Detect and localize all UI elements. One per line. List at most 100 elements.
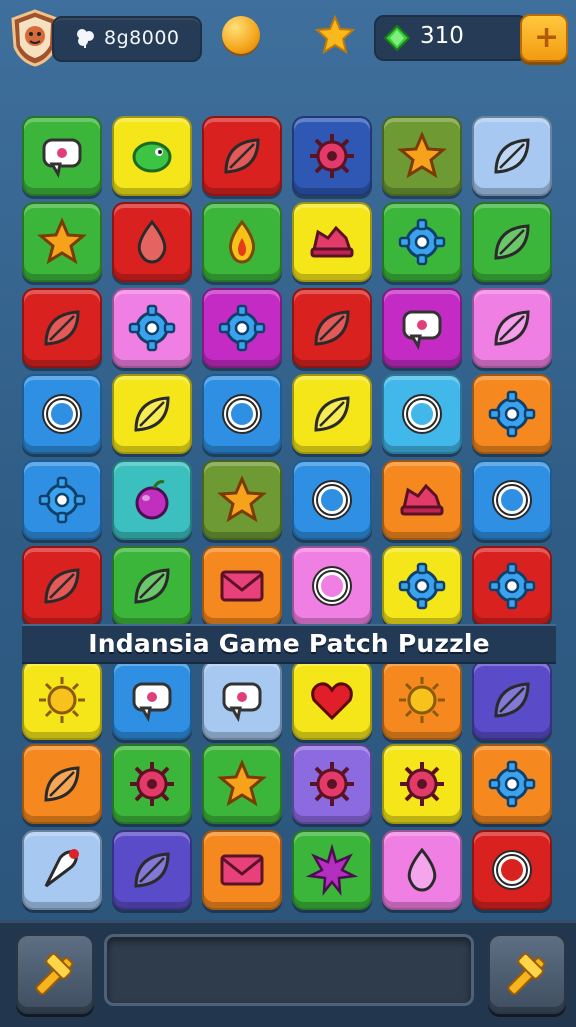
board-tile[interactable] xyxy=(112,116,192,196)
star-icon xyxy=(217,759,267,807)
board-tile[interactable] xyxy=(292,374,372,454)
board-tile[interactable] xyxy=(112,288,192,368)
chameleon-icon xyxy=(132,141,172,173)
board-tile[interactable] xyxy=(382,744,462,824)
board-tile[interactable] xyxy=(202,660,282,740)
gear-icon xyxy=(488,562,536,610)
board-tile[interactable] xyxy=(292,202,372,282)
plus-icon: + xyxy=(534,20,560,55)
leaf-icon xyxy=(494,682,530,718)
envelope-icon xyxy=(220,854,264,886)
board-tile[interactable] xyxy=(472,744,552,824)
hammer-booster-button-left[interactable] xyxy=(16,934,94,1014)
board-tile[interactable] xyxy=(292,288,372,368)
board-tile[interactable] xyxy=(112,660,192,740)
board-tile[interactable] xyxy=(382,116,462,196)
gold-coin-icon xyxy=(222,16,260,54)
spiky-gear-icon xyxy=(310,762,354,806)
spiky-gear-icon xyxy=(130,762,174,806)
board-tile[interactable] xyxy=(22,830,102,910)
ring-icon xyxy=(492,480,532,520)
board-tile[interactable] xyxy=(472,374,552,454)
clover-icon xyxy=(77,29,94,48)
ring-icon xyxy=(492,850,532,890)
sun-icon xyxy=(399,677,445,723)
board-tile[interactable] xyxy=(472,116,552,196)
board-tile[interactable] xyxy=(472,660,552,740)
board-tile[interactable] xyxy=(202,202,282,282)
board-tile[interactable] xyxy=(382,830,462,910)
board-tile[interactable] xyxy=(202,546,282,626)
board-tile[interactable] xyxy=(472,460,552,540)
board-tile[interactable] xyxy=(112,202,192,282)
board-tile[interactable] xyxy=(202,830,282,910)
board-tile[interactable] xyxy=(112,830,192,910)
board-tile[interactable] xyxy=(292,546,372,626)
board-tile[interactable] xyxy=(382,460,462,540)
board-tile[interactable] xyxy=(382,288,462,368)
leaf-icon xyxy=(314,396,350,432)
board-tile[interactable] xyxy=(202,374,282,454)
ring-icon xyxy=(222,394,262,434)
board-tile[interactable] xyxy=(22,202,102,282)
board-tile[interactable] xyxy=(202,116,282,196)
drop-icon xyxy=(137,219,167,264)
board-tile[interactable] xyxy=(292,744,372,824)
gear-icon xyxy=(128,304,176,352)
board-tile[interactable] xyxy=(382,374,462,454)
board-tile[interactable] xyxy=(112,744,192,824)
hammer-icon xyxy=(35,953,74,995)
star-icon xyxy=(397,131,447,179)
board-tile[interactable] xyxy=(22,660,102,740)
leaf-icon xyxy=(44,310,80,346)
hammer-icon xyxy=(507,953,546,995)
hat-icon xyxy=(310,225,354,258)
board-tile[interactable] xyxy=(112,546,192,626)
board-tile[interactable] xyxy=(472,288,552,368)
ring-icon xyxy=(312,566,352,606)
gear-icon xyxy=(398,218,446,266)
board-tile[interactable] xyxy=(112,374,192,454)
board-tile[interactable] xyxy=(472,830,552,910)
leaf-icon xyxy=(314,310,350,346)
board-tile[interactable] xyxy=(202,460,282,540)
green-gem-icon xyxy=(384,25,410,51)
board-tile[interactable] xyxy=(382,202,462,282)
add-gems-button[interactable]: + xyxy=(520,14,568,62)
board-tile[interactable] xyxy=(202,288,282,368)
sun-icon xyxy=(39,677,85,723)
star-icon xyxy=(217,475,267,523)
spiky-gear-icon xyxy=(310,134,354,178)
ring-icon xyxy=(402,394,442,434)
title-banner: Indansia Game Patch Puzzle xyxy=(22,624,556,664)
board-tile[interactable] xyxy=(22,546,102,626)
gems-value: 310 xyxy=(420,23,464,49)
board-tile[interactable] xyxy=(22,460,102,540)
hammer-booster-button-right[interactable] xyxy=(488,934,566,1014)
hat-icon xyxy=(400,483,444,516)
board-tile[interactable] xyxy=(472,202,552,282)
leaf-icon xyxy=(494,224,530,260)
spiky-star-icon xyxy=(306,844,358,896)
ring-icon xyxy=(312,480,352,520)
board-tile[interactable] xyxy=(22,116,102,196)
board-tile[interactable] xyxy=(22,288,102,368)
leaf-icon xyxy=(494,310,530,346)
star-icon xyxy=(37,217,87,265)
board-tile[interactable] xyxy=(382,660,462,740)
board-tile[interactable] xyxy=(22,744,102,824)
spiky-gear-icon xyxy=(400,762,444,806)
gear-icon xyxy=(488,760,536,808)
board-tile[interactable] xyxy=(202,744,282,824)
coins-value: 8g8000 xyxy=(104,27,180,49)
star-icon xyxy=(314,14,356,55)
board-tile[interactable] xyxy=(382,546,462,626)
heart-icon xyxy=(311,682,353,721)
board-tile[interactable] xyxy=(292,660,372,740)
board-tile[interactable] xyxy=(112,460,192,540)
board-tile[interactable] xyxy=(22,374,102,454)
board-tile[interactable] xyxy=(292,830,372,910)
board-tile[interactable] xyxy=(292,116,372,196)
board-tile[interactable] xyxy=(472,546,552,626)
board-tile[interactable] xyxy=(292,460,372,540)
